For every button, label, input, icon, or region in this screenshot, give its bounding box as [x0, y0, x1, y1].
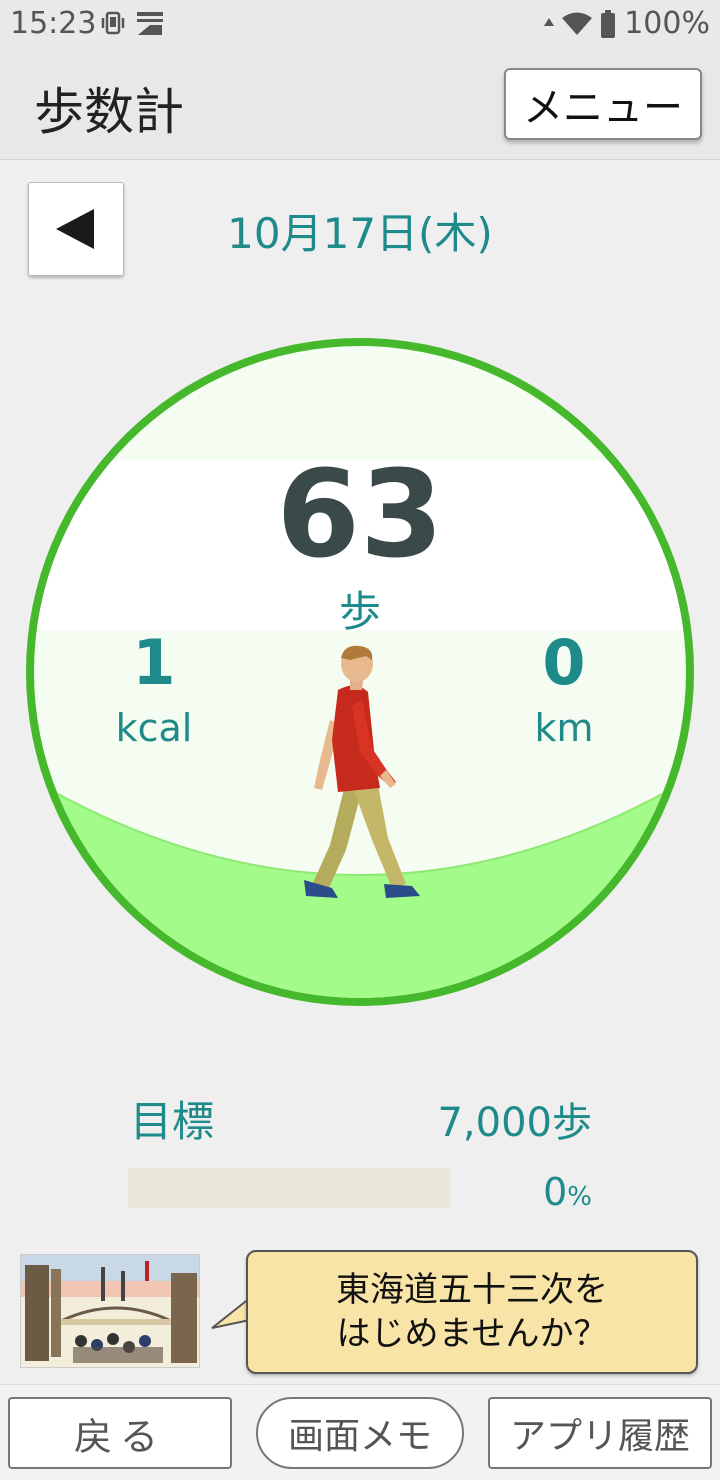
goal-progress-bar [128, 1168, 450, 1208]
tokaido-promo-bubble[interactable]: 東海道五十三次を はじめませんか？ [246, 1250, 698, 1374]
previous-day-button[interactable] [28, 182, 124, 276]
vibrate-icon [101, 11, 125, 35]
menu-button[interactable]: メニュー [504, 68, 702, 140]
status-right: 100% [544, 6, 710, 41]
goal-value: 7,000歩 [437, 1100, 592, 1146]
kcal-value: 1 [132, 626, 176, 699]
personal-screen-icon [137, 12, 163, 35]
percent-sign: % [567, 1182, 592, 1212]
page-title: 歩数計 [34, 83, 184, 141]
left-triangle-icon [56, 209, 94, 249]
battery-percent: 100% [624, 6, 710, 41]
app-history-button[interactable]: アプリ履歴 [488, 1397, 712, 1469]
app-bar: 歩数計 メニュー [0, 50, 720, 160]
distance-value: 0 [542, 626, 586, 699]
back-button[interactable]: 戻る [8, 1397, 232, 1469]
data-arrow-icon [544, 17, 555, 26]
status-time: 15:23 [10, 6, 97, 41]
promo-line-2: はじめませんか？ [336, 1314, 608, 1354]
status-bar: 15:23 100% [0, 0, 720, 50]
woodblock-print-image [21, 1255, 199, 1367]
status-icons-left [100, 10, 164, 36]
wifi-icon [562, 12, 593, 35]
bottom-navigation: 戻る 画面メモ アプリ履歴 [0, 1384, 720, 1480]
distance-unit: km [534, 706, 594, 750]
promo-line-1: 東海道五十三次を [336, 1270, 608, 1310]
date-label: 10月17日(木) [227, 209, 493, 258]
tokaido-woodblock-thumbnail[interactable] [20, 1254, 200, 1368]
kcal-unit: kcal [115, 706, 193, 750]
steps-unit: 歩 [338, 587, 381, 636]
goal-progress-percent: 0% [470, 1170, 592, 1214]
steps-value: 63 [276, 446, 444, 585]
goal-label: 目標 [130, 1097, 215, 1146]
screen-memo-button[interactable]: 画面メモ [256, 1397, 464, 1469]
percent-number: 0 [543, 1170, 568, 1214]
speech-bubble-tail [211, 1296, 250, 1329]
battery-icon [601, 9, 616, 38]
